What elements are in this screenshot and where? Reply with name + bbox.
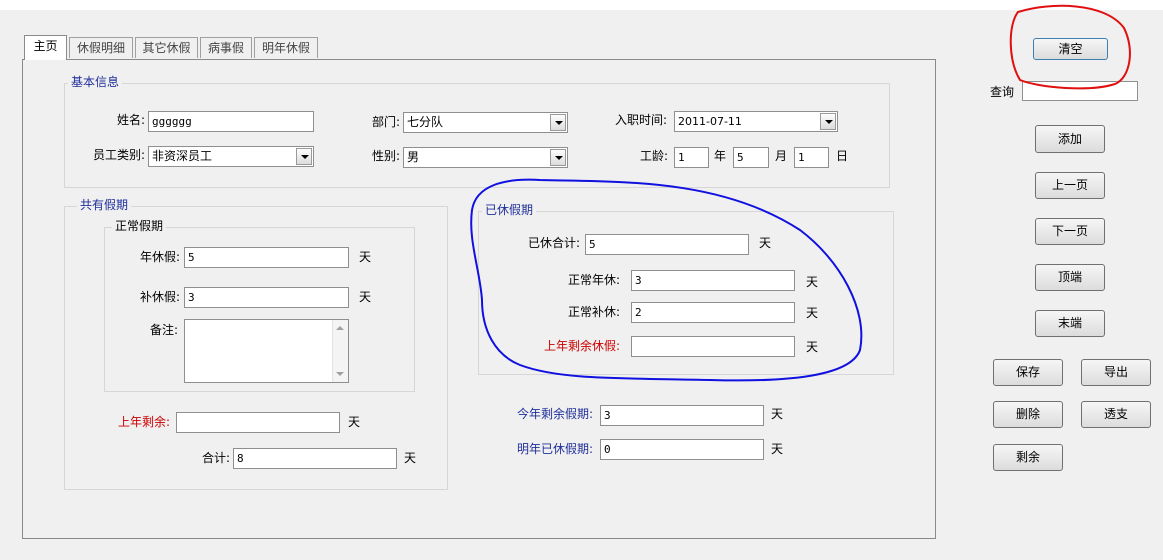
- delete-button[interactable]: 删除: [993, 401, 1063, 428]
- tab-home[interactable]: 主页: [24, 35, 67, 60]
- scroll-up-icon[interactable]: [336, 326, 344, 330]
- gender-select-value: 男: [407, 150, 420, 164]
- query-label: 查询: [990, 85, 1015, 99]
- employee-type-select[interactable]: 非资深员工: [148, 146, 314, 167]
- comp-leave-unit: 天: [359, 290, 372, 304]
- dept-label: 部门:: [371, 115, 400, 129]
- scroll-down-icon[interactable]: [336, 372, 344, 376]
- gender-label: 性别:: [371, 149, 400, 163]
- chevron-down-icon[interactable]: [550, 149, 566, 166]
- tab-next-year-leave[interactable]: 明年休假: [254, 37, 318, 58]
- seniority-months-field[interactable]: 5: [733, 147, 769, 168]
- annual-leave-field[interactable]: 5: [184, 247, 349, 268]
- shared-leave-legend: 共有假期: [77, 198, 132, 212]
- next-year-taken-label: 明年已休假期:: [516, 442, 593, 456]
- comp-leave-label: 补休假:: [139, 290, 180, 304]
- taken-leave-legend: 已休假期: [482, 203, 537, 217]
- years-unit: 年: [714, 149, 727, 163]
- note-textarea[interactable]: [184, 319, 349, 383]
- hire-date-value: 2011-07-11: [678, 115, 742, 128]
- tab-leave-details[interactable]: 休假明细: [69, 37, 133, 58]
- prev-page-button[interactable]: 上一页: [1035, 172, 1105, 199]
- tab-other-leave[interactable]: 其它休假: [135, 37, 198, 58]
- total-label: 合计:: [201, 451, 230, 465]
- overdraw-button[interactable]: 透支: [1081, 401, 1151, 428]
- employee-type-label: 员工类别:: [92, 148, 145, 162]
- last-year-remaining-unit: 天: [348, 415, 361, 429]
- months-unit: 月: [775, 149, 788, 163]
- last-record-button[interactable]: 末端: [1035, 310, 1105, 337]
- annual-leave-unit: 天: [359, 250, 372, 264]
- basic-info-group: [64, 83, 890, 188]
- next-year-taken-unit: 天: [771, 442, 784, 456]
- hire-date-picker[interactable]: 2011-07-11: [674, 111, 838, 132]
- title-strip: [0, 0, 1163, 10]
- dept-select[interactable]: 七分队: [403, 112, 568, 133]
- query-input[interactable]: [1022, 81, 1138, 101]
- taken-total-unit: 天: [759, 236, 772, 250]
- chevron-down-icon[interactable]: [550, 114, 566, 131]
- next-page-button[interactable]: 下一页: [1035, 218, 1105, 245]
- dept-select-value: 七分队: [407, 115, 444, 129]
- taken-total-label: 已休合计:: [527, 236, 580, 250]
- annual-leave-label: 年休假:: [139, 250, 180, 264]
- export-button[interactable]: 导出: [1081, 359, 1151, 386]
- taken-last-year-unit: 天: [806, 340, 819, 354]
- normal-annual-unit: 天: [806, 275, 819, 289]
- seniority-days-field[interactable]: 1: [794, 147, 829, 168]
- hire-date-label: 入职时间:: [614, 113, 667, 127]
- remaining-button[interactable]: 剩余: [993, 444, 1063, 471]
- note-scrollbar[interactable]: [332, 320, 348, 382]
- taken-total-field[interactable]: 5: [585, 234, 749, 255]
- add-button[interactable]: 添加: [1035, 125, 1105, 153]
- this-year-remaining-field[interactable]: 3: [600, 405, 764, 426]
- note-label: 备注:: [149, 323, 178, 337]
- seniority-label: 工龄:: [639, 149, 668, 163]
- basic-info-legend: 基本信息: [68, 75, 123, 89]
- last-year-remaining-field[interactable]: [176, 412, 340, 433]
- chevron-down-icon[interactable]: [820, 113, 836, 130]
- taken-last-year-label: 上年剩余休假:: [543, 339, 620, 353]
- next-year-taken-field[interactable]: 0: [600, 439, 764, 460]
- taken-last-year-field[interactable]: [631, 336, 795, 357]
- normal-comp-label: 正常补休:: [567, 305, 620, 319]
- this-year-remaining-unit: 天: [771, 407, 784, 421]
- last-year-remaining-label: 上年剩余:: [117, 415, 170, 429]
- normal-comp-unit: 天: [806, 306, 819, 320]
- name-label: 姓名:: [116, 113, 145, 127]
- normal-leave-legend: 正常假期: [112, 219, 167, 233]
- chevron-down-icon[interactable]: [296, 148, 312, 165]
- days-unit: 日: [836, 149, 849, 163]
- gender-select[interactable]: 男: [403, 147, 568, 168]
- employee-type-value: 非资深员工: [152, 149, 213, 163]
- clear-button[interactable]: 清空: [1033, 38, 1108, 60]
- normal-annual-label: 正常年休:: [567, 273, 620, 287]
- tab-sick-personal-leave[interactable]: 病事假: [200, 37, 252, 58]
- save-button[interactable]: 保存: [993, 359, 1063, 386]
- name-field[interactable]: gggggg: [148, 111, 314, 132]
- seniority-years-field[interactable]: 1: [674, 147, 709, 168]
- normal-annual-field[interactable]: 3: [631, 270, 795, 291]
- normal-comp-field[interactable]: 2: [631, 302, 795, 323]
- first-record-button[interactable]: 顶端: [1035, 264, 1105, 291]
- comp-leave-field[interactable]: 3: [184, 287, 349, 308]
- this-year-remaining-label: 今年剩余假期:: [516, 407, 593, 421]
- total-field[interactable]: 8: [233, 448, 397, 469]
- total-unit: 天: [404, 451, 417, 465]
